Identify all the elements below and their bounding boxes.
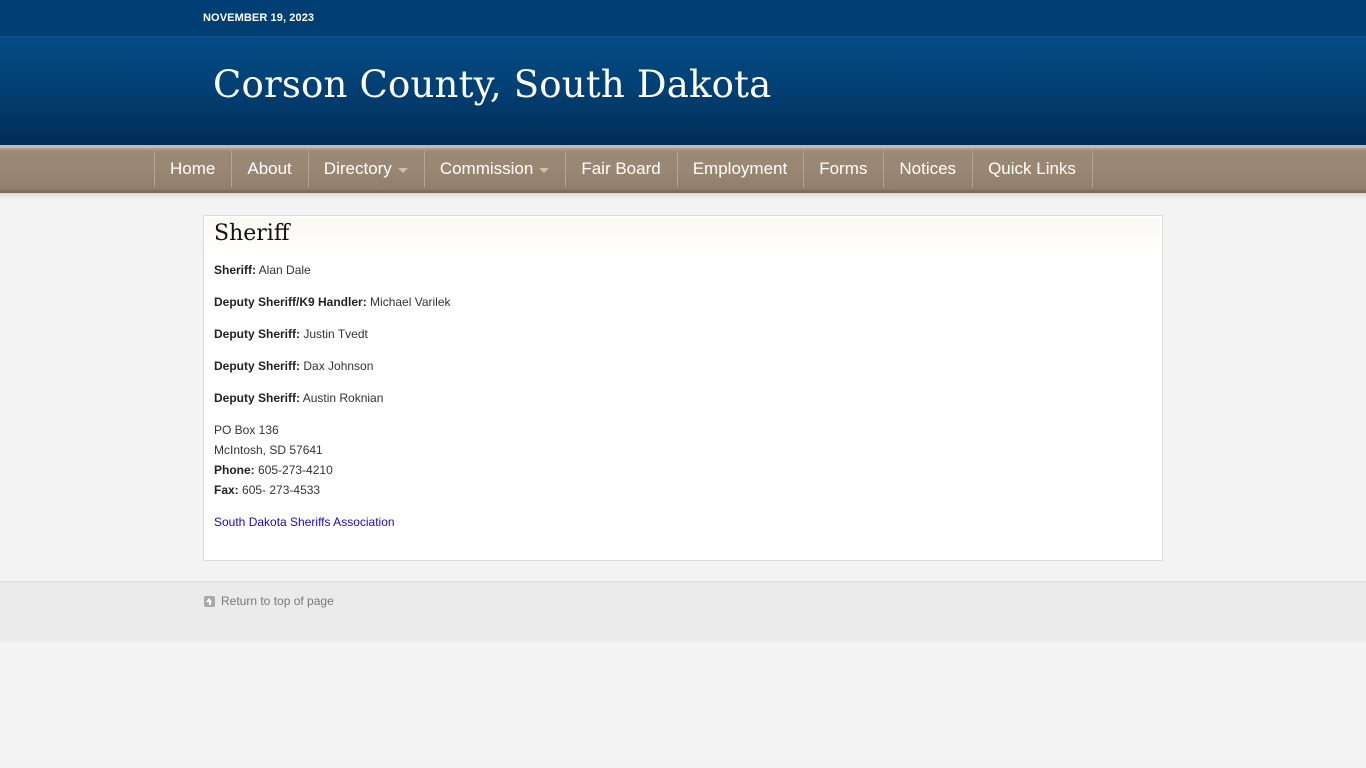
nav-item-label: Fair Board [581,159,661,178]
dropdown-arrow-icon [539,168,550,173]
page-content: Sheriff: Alan Dale Deputy Sheriff/K9 Han… [214,260,451,544]
staff-role: Deputy Sheriff: [214,391,301,405]
main-nav: Home About Directory Commission Fair Boa… [0,145,1366,193]
phone-number: 605-273-4210 [258,463,333,477]
fax-number: 605- 273-4533 [242,483,321,497]
return-to-top-label: Return to top of page [221,594,334,608]
staff-entry: Deputy Sheriff/K9 Handler: Michael Varil… [214,292,451,312]
nav-item-label: Forms [819,159,868,178]
phone-label: Phone: [214,463,255,477]
staff-role: Deputy Sheriff: [214,327,301,341]
staff-name: Dax Johnson [303,359,374,373]
nav-item-commission[interactable]: Commission [425,151,567,187]
staff-role: Deputy Sheriff/K9 Handler: [214,295,367,309]
top-bar: NOVEMBER 19, 2023 [0,0,1366,37]
nav-item-forms[interactable]: Forms [804,151,885,187]
footer: Return to top of page [0,581,1366,642]
site-title[interactable]: Corson County, South Dakota [213,63,771,106]
sd-sheriffs-association-link[interactable]: South Dakota Sheriffs Association [214,515,395,529]
nav-item-label: Notices [899,159,957,178]
nav-item-about[interactable]: About [232,151,309,187]
site-header: Corson County, South Dakota [0,37,1366,145]
nav-item-label: Directory [323,159,392,178]
staff-entry: Deputy Sheriff: Dax Johnson [214,356,451,376]
link-paragraph: South Dakota Sheriffs Association [214,512,451,532]
arrow-up-icon [204,595,215,607]
staff-role: Sheriff: [214,263,256,277]
nav-item-fair-board[interactable]: Fair Board [566,151,678,187]
staff-entry: Deputy Sheriff: Austin Roknian [214,388,451,408]
nav-item-employment[interactable]: Employment [678,151,805,187]
dropdown-arrow-icon [397,168,408,173]
staff-entry: Sheriff: Alan Dale [214,260,451,280]
nav-item-notices[interactable]: Notices [884,151,974,187]
content-box: Sheriff Sheriff: Alan Dale Deputy Sherif… [203,215,1163,561]
nav-item-label: Home [170,159,216,178]
fax-label: Fax: [214,483,239,497]
return-to-top-link[interactable]: Return to top of page [204,594,334,608]
nav-shadow [0,193,1366,199]
staff-entry: Deputy Sheriff: Justin Tvedt [214,324,451,344]
nav-item-home[interactable]: Home [155,151,233,187]
nav-item-label: Commission [439,159,534,178]
title-band [206,218,1160,258]
contact-block: PO Box 136 McIntosh, SD 57641 Phone: 605… [214,420,451,500]
address-line-2: McIntosh, SD 57641 [214,443,323,457]
nav-item-directory[interactable]: Directory [309,151,425,187]
staff-name: Michael Varilek [370,295,451,309]
staff-name: Justin Tvedt [303,327,368,341]
page-title: Sheriff [214,221,290,246]
nav-item-quick-links[interactable]: Quick Links [973,151,1093,187]
staff-name: Austin Roknian [302,391,384,405]
staff-name: Alan Dale [258,263,311,277]
nav-item-label: Quick Links [988,159,1076,178]
address-line-1: PO Box 136 [214,423,279,437]
current-date: NOVEMBER 19, 2023 [203,12,315,24]
nav-item-label: Employment [692,159,788,178]
nav-item-label: About [247,159,292,178]
staff-role: Deputy Sheriff: [214,359,301,373]
